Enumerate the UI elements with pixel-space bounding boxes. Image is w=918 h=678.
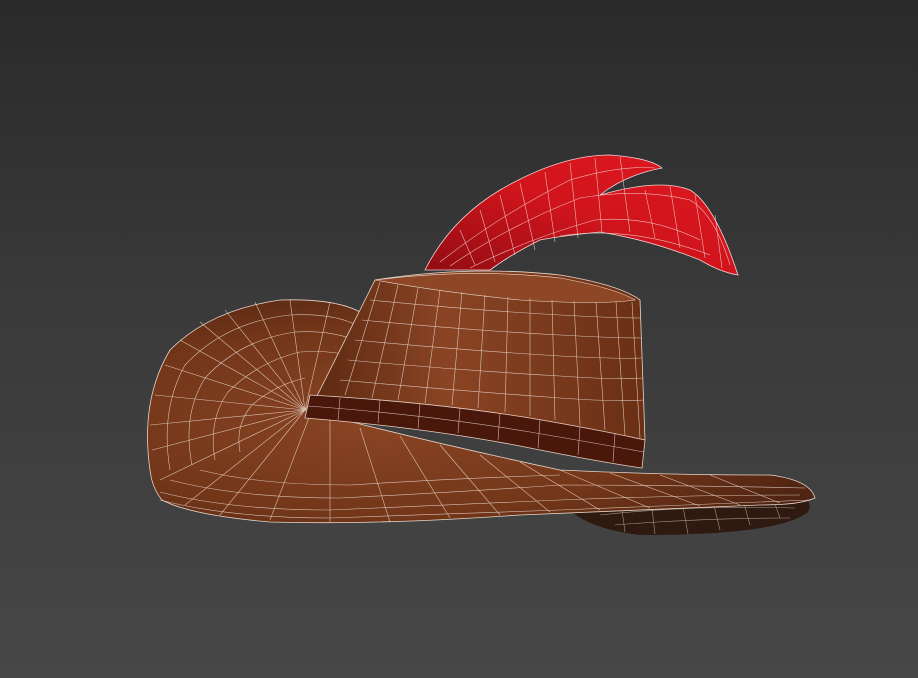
hat-model-render — [147, 154, 816, 535]
3d-viewport[interactable] — [0, 0, 918, 678]
feather — [424, 154, 739, 276]
